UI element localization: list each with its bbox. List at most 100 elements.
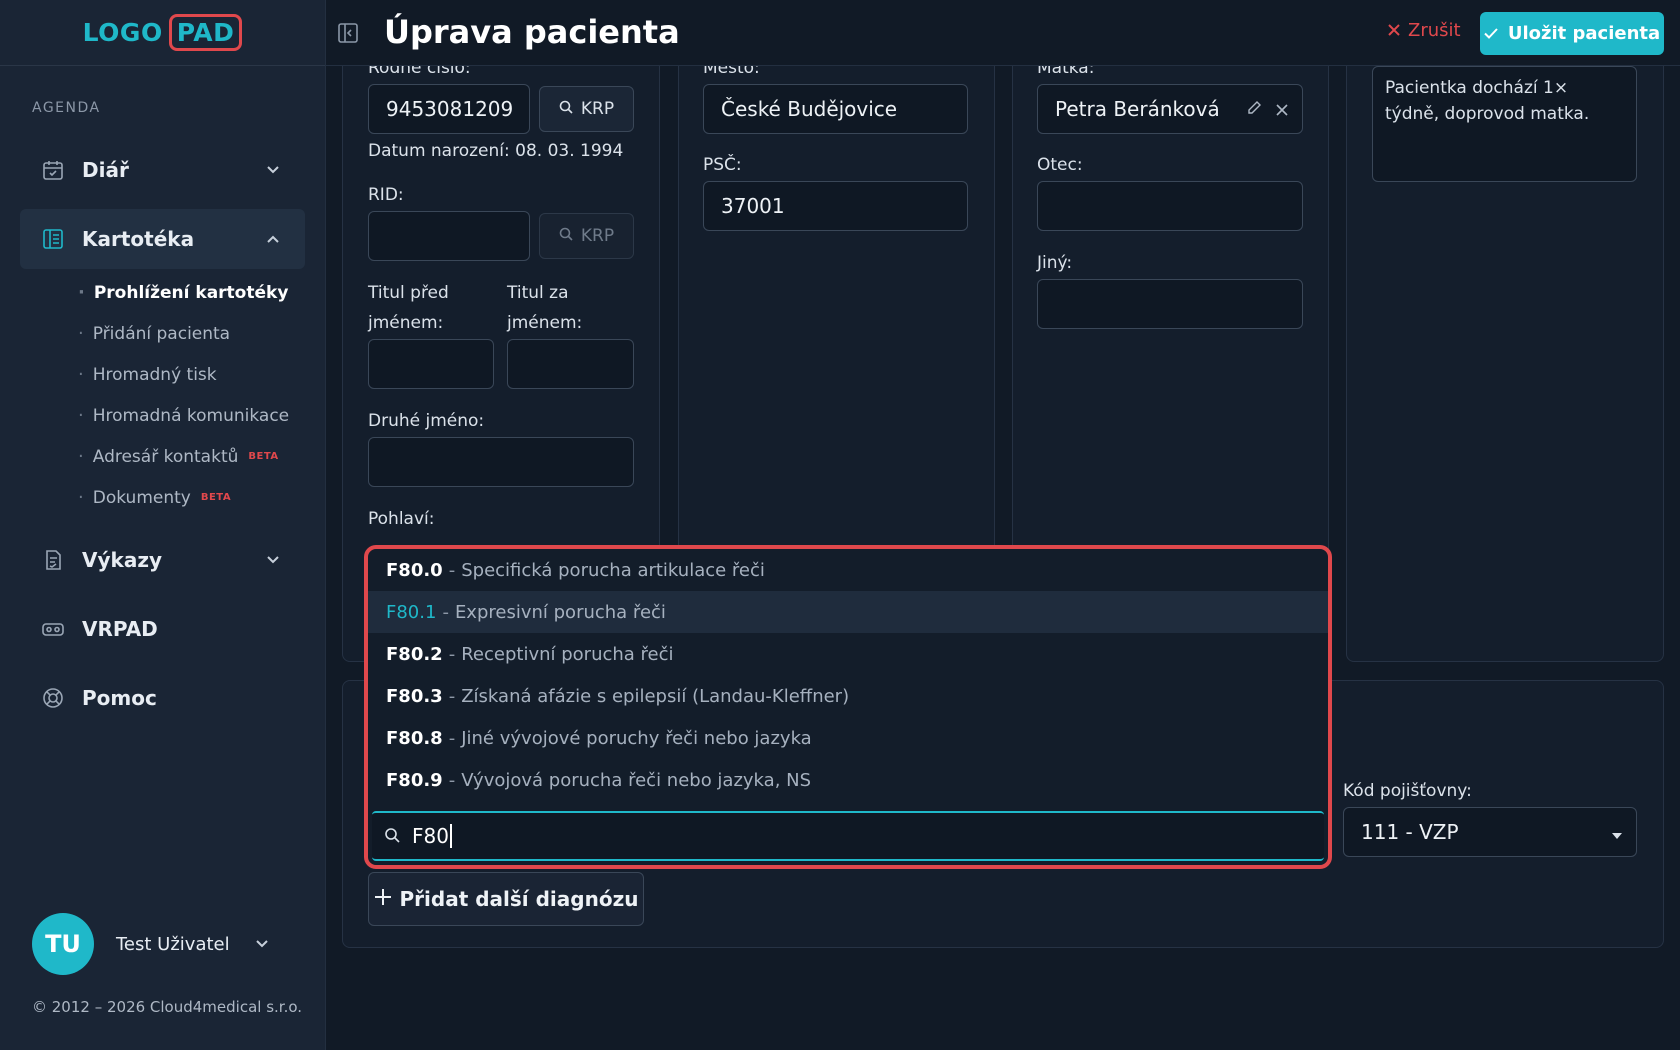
user-name: Test Uživatel	[116, 933, 230, 955]
sidebar: LOGO PAD AGENDA Diář Kartotéka Prohlížen…	[0, 0, 326, 1050]
close-icon	[1388, 20, 1400, 41]
insurance-select[interactable]: 111 - VZP	[1343, 807, 1637, 857]
clear-icon[interactable]	[1276, 97, 1288, 121]
diagnosis-option[interactable]: F80.0- Specifická porucha artikulace řeči	[368, 549, 1328, 591]
separator: -	[448, 643, 456, 665]
other-guardian-input[interactable]	[1037, 279, 1303, 329]
separator: -	[442, 601, 449, 623]
diagnosis-desc: Specifická porucha artikulace řeči	[461, 559, 765, 581]
plus-icon	[374, 887, 392, 911]
title-after-label-1: Titul za	[507, 283, 569, 303]
diagnosis-dropdown: F80.0- Specifická porucha artikulace řeči…	[364, 545, 1332, 869]
topbar: Úprava pacienta Zrušit Uložit pacienta	[326, 0, 1680, 66]
cancel-button[interactable]: Zrušit	[1388, 20, 1461, 41]
diagnosis-code: F80.9	[386, 769, 443, 791]
diagnosis-desc: Expresivní porucha řeči	[454, 601, 666, 623]
sidebar-section-label: AGENDA	[32, 100, 101, 116]
diagnosis-option[interactable]: F80.8- Jiné vývojové poruchy řeči nebo ja…	[368, 717, 1328, 759]
edit-icon[interactable]	[1246, 97, 1262, 121]
diagnosis-code: F80.8	[386, 727, 443, 749]
sidebar-item-label: Diář	[82, 158, 129, 182]
krp-button-disabled[interactable]: KRP	[539, 213, 634, 259]
subnav-item-prohlizeni[interactable]: Prohlížení kartotéky	[78, 272, 289, 313]
user-menu[interactable]: TU Test Uživatel	[32, 913, 268, 975]
zip-label: PSČ:	[703, 155, 742, 175]
rid-input[interactable]	[368, 211, 530, 261]
logo[interactable]: LOGO PAD	[83, 14, 243, 51]
middle-name-input[interactable]	[368, 437, 634, 487]
sidebar-collapse-icon[interactable]	[336, 21, 360, 45]
subnav-item-adresar[interactable]: Adresář kontaktů BETA	[78, 436, 289, 477]
subnav-item-komunikace[interactable]: Hromadná komunikace	[78, 395, 289, 436]
city-input[interactable]: České Budějovice	[703, 84, 968, 134]
add-diagnosis-label: Přidat další diagnózu	[399, 887, 639, 911]
separator: -	[448, 727, 456, 749]
krp-button[interactable]: KRP	[539, 86, 634, 132]
sidebar-item-pomoc[interactable]: Pomoc	[20, 668, 305, 728]
mother-input[interactable]: Petra Beránková	[1037, 84, 1303, 134]
insurance-value: 111 - VZP	[1361, 820, 1459, 844]
diagnosis-search-value: F80	[412, 824, 452, 848]
sidebar-item-kartoteka[interactable]: Kartotéka	[20, 209, 305, 269]
subnav-label: Adresář kontaktů	[92, 446, 239, 467]
title-before-label-1: Titul před	[368, 283, 449, 303]
subnav-label: Hromadný tisk	[92, 364, 217, 385]
note-textarea[interactable]: Pacientka dochází 1× týdně, doprovod mat…	[1372, 66, 1637, 182]
diagnosis-search-input[interactable]: F80	[372, 811, 1324, 861]
search-icon	[559, 99, 573, 119]
diagnosis-code: F80.0	[386, 559, 443, 581]
subnav-label: Prohlížení kartotéky	[93, 282, 289, 303]
zip-input[interactable]: 37001	[703, 181, 968, 231]
copyright: © 2012 – 2026 Cloud4medical s.r.o.	[32, 998, 303, 1016]
calendar-icon	[40, 157, 66, 183]
father-input[interactable]	[1037, 181, 1303, 231]
separator: -	[448, 769, 456, 791]
diagnosis-code: F80.3	[386, 685, 443, 707]
subnav-label: Dokumenty	[92, 487, 191, 508]
cancel-label: Zrušit	[1408, 20, 1461, 41]
sidebar-item-label: Kartotéka	[82, 227, 195, 251]
diagnosis-option[interactable]: F80.9- Vývojová porucha řeči nebo jazyka,…	[368, 759, 1328, 801]
subnav-label: Hromadná komunikace	[92, 405, 290, 426]
diagnosis-option[interactable]: F80.3- Získaná afázie s epilepsií (Landau…	[368, 675, 1328, 717]
krp-label: KRP	[580, 226, 615, 246]
title-after-input[interactable]	[507, 339, 634, 389]
add-diagnosis-button[interactable]: Přidat další diagnózu	[368, 872, 644, 926]
chevron-up-icon	[261, 232, 285, 247]
card-index-icon	[40, 226, 66, 252]
report-icon	[40, 547, 66, 573]
middle-name-label: Druhé jméno:	[368, 411, 485, 431]
diagnosis-desc: Získaná afázie s epilepsií (Landau-Kleff…	[461, 685, 850, 707]
diagnosis-desc: Receptivní porucha řeči	[461, 643, 674, 665]
diagnosis-code: F80.1	[386, 601, 437, 623]
beta-badge: BETA	[200, 492, 232, 503]
diagnosis-option[interactable]: F80.2- Receptivní porucha řeči	[368, 633, 1328, 675]
check-icon	[1484, 23, 1498, 44]
logo-area: LOGO PAD	[0, 0, 325, 66]
diagnosis-option-highlighted[interactable]: F80.1- Expresivní porucha řeči	[368, 591, 1328, 633]
rid-label: RID:	[368, 185, 404, 205]
mother-value: Petra Beránková	[1055, 97, 1220, 121]
subnav-item-tisk[interactable]: Hromadný tisk	[78, 354, 289, 395]
search-icon	[559, 226, 573, 246]
save-patient-button[interactable]: Uložit pacienta	[1480, 12, 1664, 55]
title-before-input[interactable]	[368, 339, 494, 389]
gender-label: Pohlaví:	[368, 509, 435, 529]
subnav-item-pridani[interactable]: Přidání pacienta	[78, 313, 289, 354]
krp-label: KRP	[580, 99, 615, 119]
subnav-item-dokumenty[interactable]: Dokumenty BETA	[78, 477, 289, 518]
separator: -	[448, 685, 456, 707]
search-icon	[384, 824, 400, 848]
sidebar-item-vrpad[interactable]: VRPAD	[20, 599, 305, 659]
birth-number-input[interactable]: 9453081209	[368, 84, 530, 134]
birth-date-text: Datum narození: 08. 03. 1994	[368, 141, 624, 161]
sidebar-item-vykazy[interactable]: Výkazy	[20, 530, 305, 590]
diagnosis-options-list: F80.0- Specifická porucha artikulace řeči…	[368, 549, 1328, 801]
sidebar-item-diar[interactable]: Diář	[20, 140, 305, 200]
save-label: Uložit pacienta	[1507, 23, 1661, 44]
insurance-label: Kód pojišťovny:	[1343, 781, 1472, 801]
title-after-label-2: jménem:	[507, 313, 583, 333]
avatar: TU	[32, 913, 94, 975]
beta-badge: BETA	[248, 451, 279, 462]
lifebuoy-icon	[40, 685, 66, 711]
